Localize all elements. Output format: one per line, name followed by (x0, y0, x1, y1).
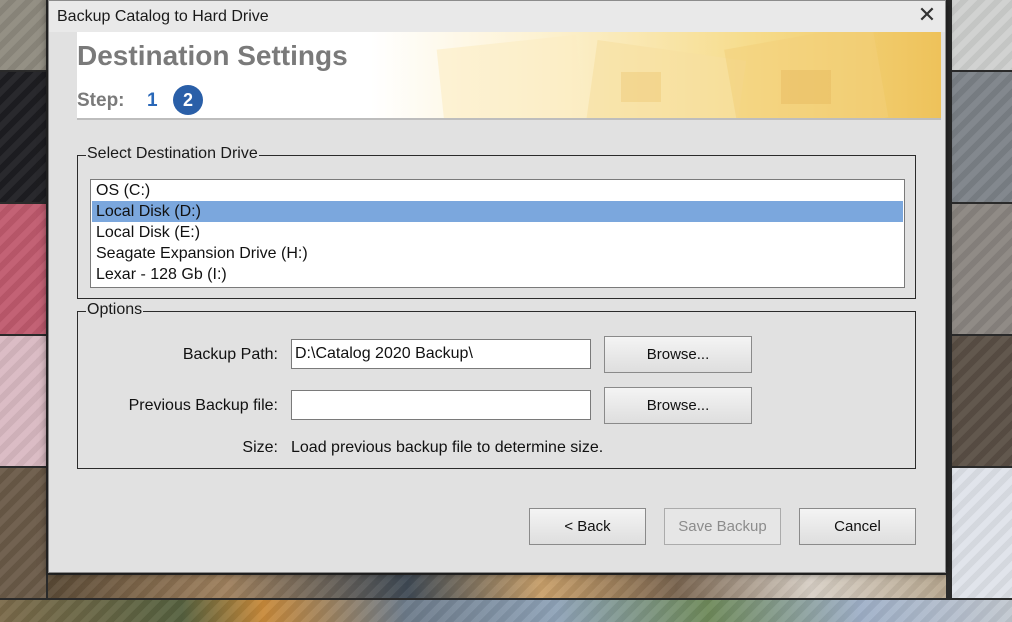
background-photo (0, 72, 46, 202)
background-photo (952, 72, 1012, 202)
save-backup-button[interactable]: Save Backup (664, 508, 781, 545)
size-label: Size: (242, 439, 278, 456)
options-group: Options Backup Path: Browse... Previous … (77, 301, 916, 469)
browse-previous-backup-button[interactable]: Browse... (604, 387, 752, 424)
background-photo (952, 204, 1012, 334)
cancel-button[interactable]: Cancel (799, 508, 916, 545)
size-value: Load previous backup file to determine s… (291, 439, 604, 456)
background-photo (0, 204, 46, 334)
step-1-link[interactable]: 1 (147, 90, 158, 112)
destination-drive-group: Select Destination Drive OS (C:) Local D… (77, 145, 916, 299)
header-decoration (436, 32, 889, 118)
close-icon[interactable]: ✕ (915, 5, 939, 27)
background-photo (952, 0, 1012, 70)
drive-item[interactable]: Lexar - 128 Gb (I:) (92, 264, 903, 285)
options-label: Options (86, 301, 144, 319)
drive-item[interactable]: OS (C:) (92, 180, 903, 201)
backup-dialog: Backup Catalog to Hard Drive ✕ Destinati… (48, 0, 946, 573)
drive-item-selected[interactable]: Local Disk (D:) (92, 201, 903, 222)
title-bar: Backup Catalog to Hard Drive ✕ (49, 1, 945, 32)
background-photo (48, 575, 946, 598)
background-photo (0, 600, 1012, 622)
drive-list[interactable]: OS (C:) Local Disk (D:) Local Disk (E:) … (90, 179, 905, 288)
drive-item[interactable]: Seagate Expansion Drive (H:) (92, 243, 903, 264)
background-photo (952, 468, 1012, 598)
background-photo (0, 468, 46, 598)
browse-backup-path-button[interactable]: Browse... (604, 336, 752, 373)
previous-backup-input[interactable] (291, 390, 591, 420)
drive-item[interactable]: Local Disk (E:) (92, 222, 903, 243)
page-title: Destination Settings (77, 40, 348, 71)
background-photo (0, 336, 46, 466)
step-2-current: 2 (173, 85, 203, 115)
destination-drive-label: Select Destination Drive (86, 145, 259, 163)
backup-path-label: Backup Path: (182, 346, 278, 363)
backup-path-input[interactable] (291, 339, 591, 369)
step-label: Step: (77, 90, 125, 111)
wizard-header: Destination Settings Step: 1 2 (77, 32, 941, 120)
previous-backup-label: Previous Backup file: (128, 397, 278, 414)
back-button[interactable]: < Back (529, 508, 646, 545)
background-photo (0, 0, 46, 70)
dialog-title: Backup Catalog to Hard Drive (57, 8, 269, 25)
background-photo (952, 336, 1012, 466)
